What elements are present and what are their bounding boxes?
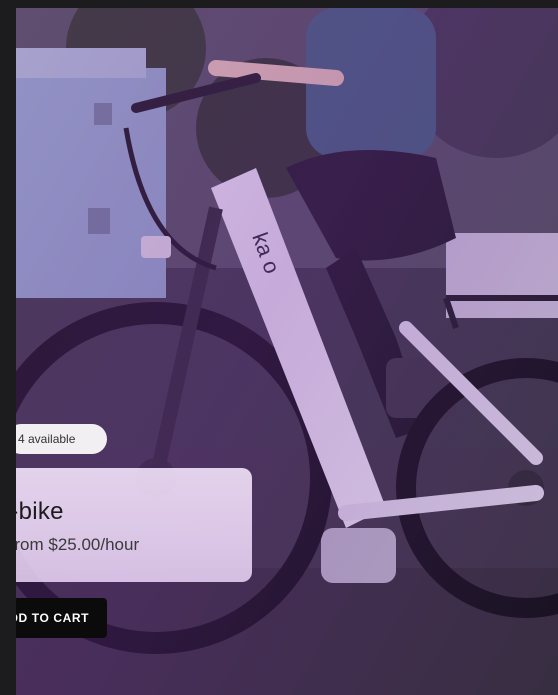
- product-info-card: E-bike From $25.00/hour: [16, 468, 252, 582]
- bike-photo: ka o: [16, 8, 558, 695]
- availability-text: 4 available: [18, 432, 76, 446]
- hero-card: ka o 4 available E-bike From $25.00/hour…: [16, 8, 558, 695]
- availability-badge: 4 available: [16, 424, 107, 454]
- product-price: From $25.00/hour: [16, 535, 140, 554]
- add-to-cart-label: ADD TO CART: [16, 611, 90, 625]
- product-name: E-bike: [16, 498, 64, 525]
- add-to-cart-button[interactable]: ADD TO CART: [16, 598, 107, 638]
